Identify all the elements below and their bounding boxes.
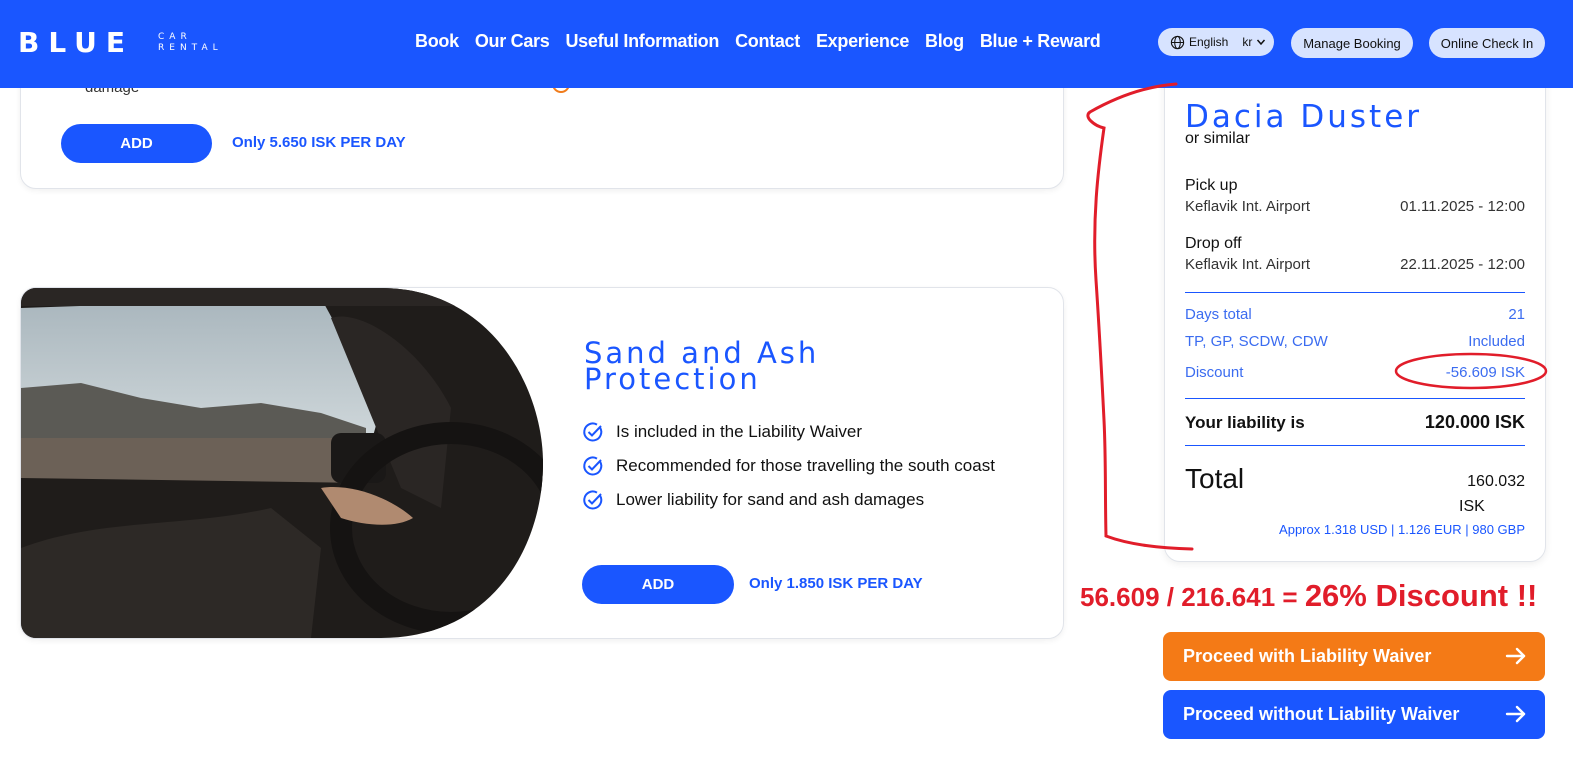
feature-item: Lower liability for sand and ash damages bbox=[582, 486, 1002, 513]
nav-book[interactable]: Book bbox=[415, 31, 459, 52]
check-circle-icon bbox=[583, 490, 603, 510]
chevron-down-icon bbox=[1257, 39, 1266, 46]
proceed-without-waiver-button[interactable]: Proceed without Liability Waiver bbox=[1163, 690, 1545, 739]
divider bbox=[1185, 445, 1525, 446]
check-circle-icon bbox=[583, 456, 603, 476]
nav-useful-information[interactable]: Useful Information bbox=[565, 31, 719, 52]
check-circle-icon bbox=[583, 422, 603, 442]
feature-text: Lower liability for sand and ash damages bbox=[616, 490, 925, 509]
proceed-with-waiver-button[interactable]: Proceed with Liability Waiver bbox=[1163, 632, 1545, 681]
nav-blue-reward[interactable]: Blue + Reward bbox=[980, 31, 1101, 52]
button-label: Proceed with Liability Waiver bbox=[1183, 646, 1432, 666]
liability-label: Your liability is bbox=[1185, 413, 1305, 432]
top-header: BLUE CAR RENTAL Book Our Cars Useful Inf… bbox=[0, 0, 1573, 88]
feature-text: Is included in the Liability Waiver bbox=[616, 422, 862, 441]
pickup-location: Keflavik Int. Airport bbox=[1185, 198, 1311, 215]
sand-ash-protection-card: Sand and Ash Protection Is included in t… bbox=[20, 287, 1064, 639]
driving-car-photo bbox=[21, 288, 543, 638]
nav-blog[interactable]: Blog bbox=[925, 31, 964, 52]
online-check-in-button[interactable]: Online Check In bbox=[1429, 28, 1545, 58]
card-title: Sand and Ash Protection bbox=[584, 339, 964, 394]
divider bbox=[1185, 292, 1525, 293]
total-amount: 160.032 bbox=[1467, 473, 1525, 490]
days-total-label: Days total bbox=[1185, 306, 1252, 323]
calc-text: 56.609 / 216.641 = bbox=[1080, 582, 1305, 612]
dropoff-location: Keflavik Int. Airport bbox=[1185, 256, 1311, 273]
button-label: Proceed without Liability Waiver bbox=[1183, 704, 1460, 724]
feature-item: Is included in the Liability Waiver bbox=[582, 418, 1002, 445]
approx-conversion: Approx 1.318 USD | 1.126 EUR | 980 GBP bbox=[1279, 522, 1525, 537]
total-currency: ISK bbox=[1459, 498, 1485, 515]
globe-icon bbox=[1170, 35, 1185, 49]
manage-booking-button[interactable]: Manage Booking bbox=[1291, 28, 1413, 58]
logo-wordmark: BLUE bbox=[18, 26, 135, 59]
discount-calculation-note: 56.609 / 216.641 = 26% Discount !! bbox=[1080, 578, 1537, 614]
nav-contact[interactable]: Contact bbox=[735, 31, 800, 52]
coverage-value: Included bbox=[1468, 333, 1525, 350]
nav-experience[interactable]: Experience bbox=[816, 31, 909, 52]
total-label: Total bbox=[1185, 463, 1245, 494]
add-button[interactable]: ADD bbox=[582, 565, 734, 604]
discount-label: Discount bbox=[1185, 364, 1244, 381]
feature-text: Recommended for those travelling the sou… bbox=[616, 456, 995, 475]
price-per-day: Only 5.650 ISK PER DAY bbox=[232, 134, 406, 151]
main-nav: Book Our Cars Useful Information Contact… bbox=[415, 31, 1101, 52]
blue-car-rental-logo[interactable]: BLUE CAR RENTAL bbox=[18, 26, 218, 59]
dropoff-date: 22.11.2025 - 12:00 bbox=[1400, 256, 1525, 273]
dropoff-label: Drop off bbox=[1185, 235, 1242, 252]
logo-subtitle: CAR RENTAL bbox=[158, 32, 223, 53]
language-currency-selector[interactable]: English kr bbox=[1158, 28, 1274, 56]
arrow-right-icon bbox=[1505, 705, 1526, 723]
currency-label: kr bbox=[1242, 35, 1253, 49]
language-label: English bbox=[1189, 35, 1229, 49]
add-button[interactable]: ADD bbox=[61, 124, 212, 163]
discount-value: -56.609 ISK bbox=[1445, 364, 1525, 381]
nav-our-cars[interactable]: Our Cars bbox=[475, 31, 550, 52]
divider bbox=[1185, 398, 1525, 399]
liability-value: 120.000 ISK bbox=[1424, 412, 1525, 432]
coverage-label: TP, GP, SCDW, CDW bbox=[1185, 333, 1328, 350]
feature-list: Is included in the Liability Waiver Reco… bbox=[582, 418, 1002, 520]
days-total-value: 21 bbox=[1508, 306, 1525, 323]
calc-emphasis: 26% Discount !! bbox=[1304, 578, 1538, 613]
arrow-right-icon bbox=[1505, 647, 1526, 665]
feature-item: Recommended for those travelling the sou… bbox=[582, 452, 1002, 479]
pickup-label: Pick up bbox=[1185, 177, 1238, 194]
pickup-date: 01.11.2025 - 12:00 bbox=[1400, 198, 1525, 215]
total-price: 160.032 ISK bbox=[1445, 469, 1525, 519]
booking-summary-panel: Dacia Duster or similar Pick up Keflavik… bbox=[1164, 60, 1546, 562]
price-per-day: Only 1.850 ISK PER DAY bbox=[749, 575, 923, 592]
or-similar-text: or similar bbox=[1185, 130, 1250, 147]
